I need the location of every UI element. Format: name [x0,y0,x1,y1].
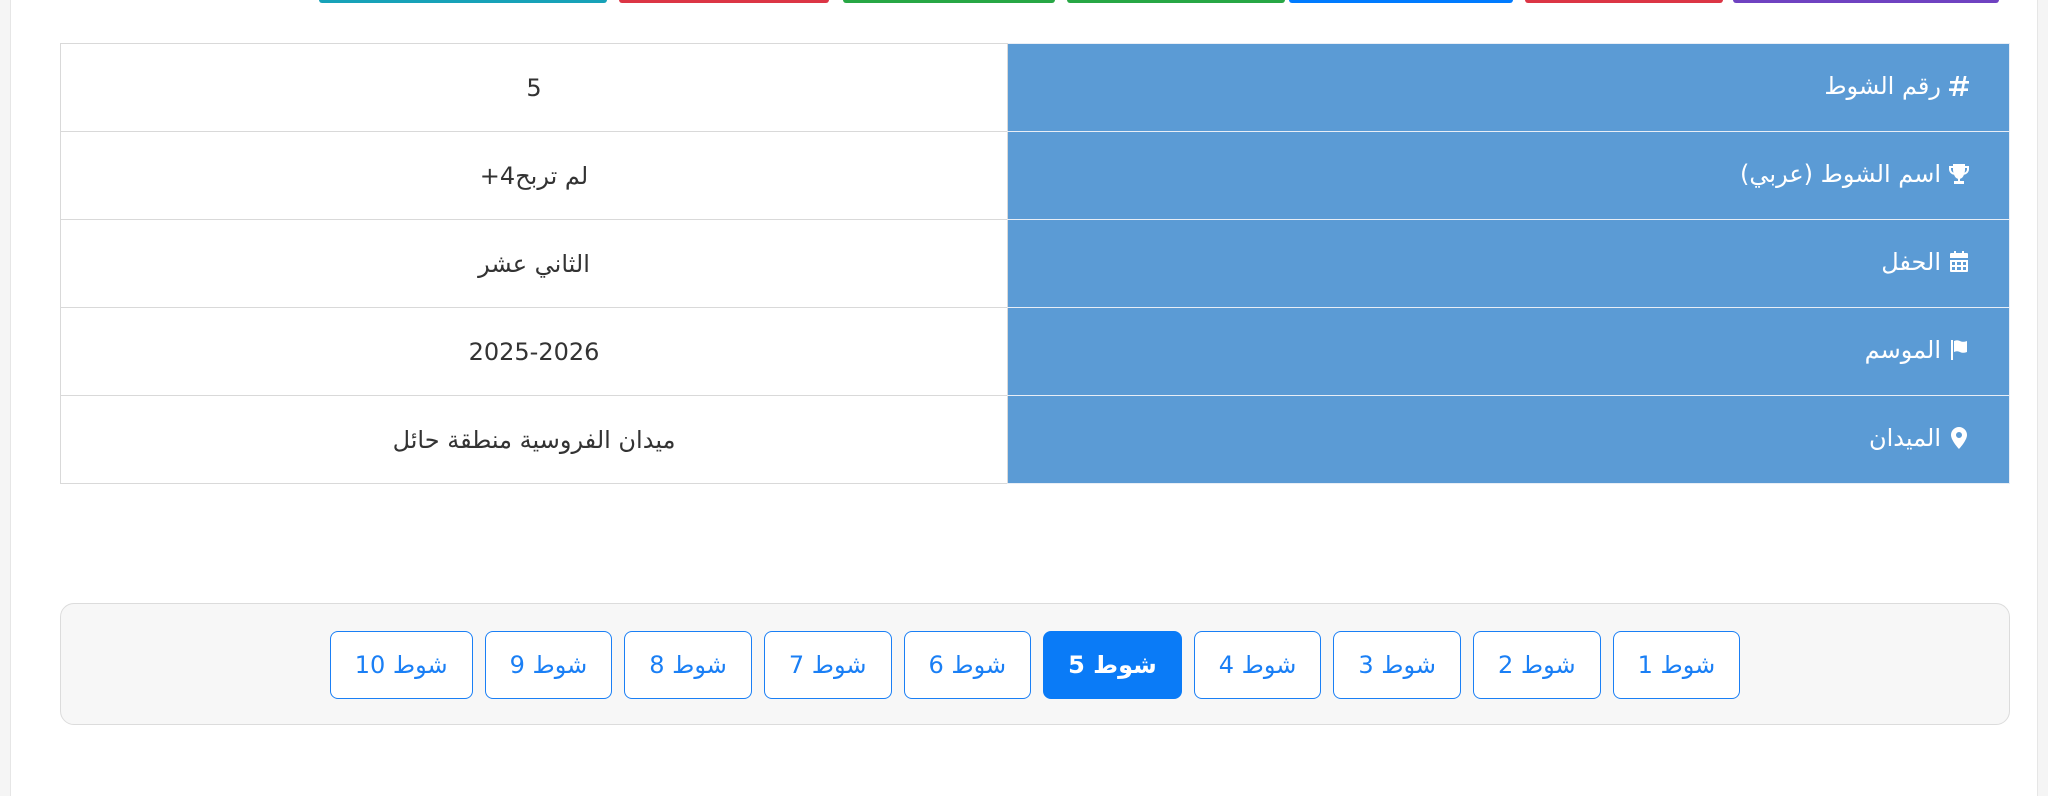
top-strip-7[interactable] [1733,0,1999,3]
hashtag-icon [1949,75,1969,96]
top-strip-6[interactable] [1525,0,1723,3]
row-label-text: الحفل [1881,247,1941,276]
race-button-5-active[interactable]: شوط 5 [1043,631,1182,699]
race-button-4[interactable]: شوط 4 [1193,631,1322,699]
top-strip-2[interactable] [619,0,829,3]
race-button-3[interactable]: شوط 3 [1333,631,1462,699]
row-label-race-name: اسم الشوط (عربي) [1007,131,2010,220]
race-pagination: شوط 1 شوط 2 شوط 3 شوط 4 شوط 5 شوط 6 شوط … [60,603,2010,725]
flag-icon [1951,339,1967,360]
table-row: الميدان ميدان الفروسية منطقة حائل [60,395,2010,484]
top-strip-1[interactable] [319,0,607,3]
race-button-2[interactable]: شوط 2 [1473,631,1601,699]
race-button-9[interactable]: شوط 9 [484,631,613,699]
row-label-text: الموسم [1864,335,1941,364]
row-value-event: الثاني عشر [60,219,1008,308]
row-label-text: رقم الشوط [1824,71,1941,100]
calendar-icon [1950,250,1968,272]
row-label-text: الميدان [1869,423,1941,452]
row-value-season: 2025-2026 [60,307,1008,396]
race-button-7[interactable]: شوط 7 [763,631,892,699]
page-container: رقم الشوط 5 اسم الشوط (عربي) لم تربح4+ ا… [10,0,2038,796]
trophy-icon [1949,163,1969,184]
row-label-event: الحفل [1007,219,2010,308]
table-row: الموسم 2025-2026 [60,307,2010,396]
top-strip-5[interactable] [1289,0,1513,3]
row-label-text: اسم الشوط (عربي) [1740,159,1941,188]
row-value-race-name: لم تربح4+ [60,131,1008,220]
race-button-6[interactable]: شوط 6 [903,631,1032,699]
map-marker-icon [1951,426,1967,449]
table-row: الحفل الثاني عشر [60,219,2010,308]
top-strip-3[interactable] [843,0,1055,3]
top-strip-4[interactable] [1067,0,1285,3]
race-pagination-list: شوط 1 شوط 2 شوط 3 شوط 4 شوط 5 شوط 6 شوط … [61,631,2009,699]
row-label-race-number: رقم الشوط [1007,43,2010,132]
race-button-10[interactable]: شوط 10 [329,631,473,699]
race-button-1[interactable]: شوط 1 [1612,631,1741,699]
row-label-season: الموسم [1007,307,2010,396]
race-details-table: رقم الشوط 5 اسم الشوط (عربي) لم تربح4+ ا… [60,43,2010,484]
race-button-8[interactable]: شوط 8 [624,631,752,699]
table-row: اسم الشوط (عربي) لم تربح4+ [60,131,2010,220]
table-row: رقم الشوط 5 [60,43,2010,132]
row-value-venue: ميدان الفروسية منطقة حائل [60,395,1008,484]
row-label-venue: الميدان [1007,395,2010,484]
row-value-race-number: 5 [60,43,1008,132]
